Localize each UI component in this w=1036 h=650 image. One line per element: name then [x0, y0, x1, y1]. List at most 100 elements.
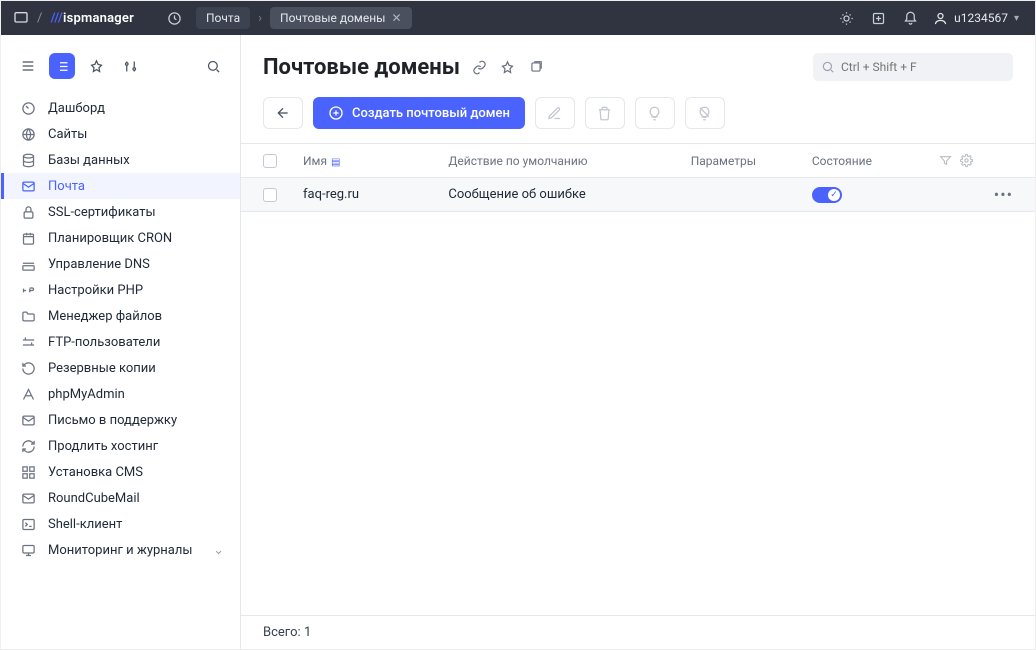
- filter-icon[interactable]: [939, 154, 952, 167]
- theme-icon[interactable]: [833, 7, 859, 29]
- sidebar-item-calendar[interactable]: Планировщик CRON: [1, 225, 240, 251]
- sidebar-item-label: Планировщик CRON: [48, 231, 172, 246]
- user-icon: [933, 11, 948, 26]
- enable-button[interactable]: [635, 97, 675, 129]
- mail-icon: [20, 179, 36, 194]
- sidebar-item-label: Мониторинг и журналы: [48, 543, 192, 558]
- dns-icon: [20, 257, 36, 272]
- back-button[interactable]: [263, 97, 303, 129]
- sidebar-item-label: Базы данных: [48, 153, 130, 168]
- grid-icon: [20, 465, 36, 480]
- globe-icon: [20, 127, 36, 142]
- plus-circle-icon: [328, 105, 344, 121]
- sort-asc-icon: ▤: [331, 157, 340, 168]
- create-button-label: Создать почтовый домен: [352, 106, 510, 121]
- sidebar-item-label: Управление DNS: [48, 257, 150, 272]
- sidebar-item-label: Продлить хостинг: [48, 439, 158, 454]
- columns-icon[interactable]: [960, 154, 973, 167]
- php-icon: [20, 283, 36, 298]
- db-icon: [20, 153, 36, 168]
- hamburger-icon[interactable]: [15, 53, 41, 79]
- sidebar-item-label: Установка CMS: [48, 465, 143, 480]
- sidebar-item-globe[interactable]: Сайты: [1, 121, 240, 147]
- sidebar-item-mail2[interactable]: RoundCubeMail: [1, 485, 240, 511]
- breadcrumb-mail-domains[interactable]: Почтовые домены ✕: [270, 7, 411, 29]
- sidebar-item-label: RoundCubeMail: [48, 491, 140, 506]
- col-state[interactable]: Состояние: [812, 154, 933, 168]
- sidebar-item-label: Резервные копии: [48, 361, 156, 376]
- sidebar-item-label: Почта: [48, 179, 85, 194]
- sidebar-item-lock[interactable]: SSL-сертификаты: [1, 199, 240, 225]
- sidebar-item-label: Дашборд: [48, 101, 105, 116]
- state-toggle[interactable]: ✓: [812, 187, 842, 203]
- backup-icon: [20, 361, 36, 376]
- new-window-icon[interactable]: [865, 7, 891, 29]
- sidebar-item-php[interactable]: Настройки PHP: [1, 277, 240, 303]
- search-icon: [821, 60, 835, 74]
- sidebar-item-gauge[interactable]: Дашборд: [1, 95, 240, 121]
- select-all-checkbox[interactable]: [263, 154, 277, 168]
- folder-icon: [20, 309, 36, 324]
- user-menu[interactable]: u1234567 ▾: [929, 11, 1023, 26]
- logo-slash: /: [37, 11, 43, 26]
- popout-icon[interactable]: [526, 57, 546, 77]
- breadcrumb-mail-label: Почта: [206, 11, 240, 25]
- col-name[interactable]: Имя▤: [303, 154, 448, 168]
- gauge-icon: [20, 101, 36, 116]
- sidebar-item-terminal[interactable]: Shell-клиент: [1, 511, 240, 537]
- sidebar: Дашборд Сайты Базы данных Почта SSL-сертифик…: [1, 35, 241, 649]
- breadcrumb-mail-domains-label: Почтовые домены: [280, 11, 385, 25]
- sidebar-item-label: Письмо в поддержку: [48, 413, 177, 428]
- search-icon[interactable]: [200, 53, 226, 79]
- sidebar-item-dns[interactable]: Управление DNS: [1, 251, 240, 277]
- main-content: Почтовые домены Создать почтовый домен: [241, 35, 1035, 649]
- col-params[interactable]: Параметры: [691, 154, 812, 168]
- sidebar-item-label: Менеджер файлов: [48, 309, 162, 324]
- sidebar-item-label: Сайты: [48, 127, 87, 142]
- chevron-down-icon: ⌄: [213, 543, 224, 558]
- sidebar-item-label: phpMyAdmin: [48, 387, 125, 402]
- delete-button[interactable]: [585, 97, 625, 129]
- history-icon[interactable]: [162, 7, 188, 29]
- mail2-icon: [20, 491, 36, 506]
- lock-icon: [20, 205, 36, 220]
- sidebar-item-folder[interactable]: Менеджер файлов: [1, 303, 240, 329]
- table-row[interactable]: faq-reg.ru Сообщение об ошибке ✓ •••: [241, 178, 1035, 212]
- link-icon[interactable]: [470, 57, 490, 77]
- sidebar-item-db[interactable]: Базы данных: [1, 147, 240, 173]
- table-footer: Всего: 1: [241, 615, 1035, 649]
- page-search[interactable]: [813, 53, 1013, 81]
- sidebar-item-ftp[interactable]: FTP-пользователи: [1, 329, 240, 355]
- row-menu-icon[interactable]: •••: [994, 185, 1013, 204]
- sidebar-item-label: FTP-пользователи: [48, 335, 160, 350]
- breadcrumb-mail[interactable]: Почта: [196, 7, 250, 29]
- close-icon[interactable]: ✕: [391, 11, 401, 25]
- ftp-icon: [20, 335, 36, 350]
- sidebar-item-pma[interactable]: phpMyAdmin: [1, 381, 240, 407]
- support-icon: [20, 413, 36, 428]
- sidebar-nav: Дашборд Сайты Базы данных Почта SSL-сертифик…: [1, 95, 240, 649]
- logo[interactable]: / ///ispmanager: [13, 10, 134, 26]
- logo-brand: ///ispmanager: [51, 11, 134, 26]
- monitor-icon: [20, 543, 36, 558]
- row-action: Сообщение об ошибке: [448, 187, 690, 202]
- create-mail-domain-button[interactable]: Создать почтовый домен: [313, 97, 525, 129]
- sidebar-item-backup[interactable]: Резервные копии: [1, 355, 240, 381]
- row-checkbox[interactable]: [263, 188, 277, 202]
- settings-icon[interactable]: [117, 53, 143, 79]
- disable-button[interactable]: [685, 97, 725, 129]
- star-outline-icon[interactable]: [498, 57, 518, 77]
- sidebar-item-support[interactable]: Письмо в поддержку: [1, 407, 240, 433]
- bell-icon[interactable]: [897, 7, 923, 29]
- sidebar-item-mail[interactable]: Почта: [1, 173, 240, 199]
- refresh-icon: [20, 439, 36, 454]
- col-action[interactable]: Действие по умолчанию: [448, 154, 690, 168]
- list-view-icon[interactable]: [49, 53, 75, 79]
- breadcrumb-separator: ›: [258, 11, 262, 26]
- sidebar-item-monitor[interactable]: Мониторинг и журналы ⌄: [1, 537, 240, 563]
- search-input[interactable]: [841, 60, 1005, 74]
- sidebar-item-refresh[interactable]: Продлить хостинг: [1, 433, 240, 459]
- sidebar-item-grid[interactable]: Установка CMS: [1, 459, 240, 485]
- star-icon[interactable]: [83, 53, 109, 79]
- edit-button[interactable]: [535, 97, 575, 129]
